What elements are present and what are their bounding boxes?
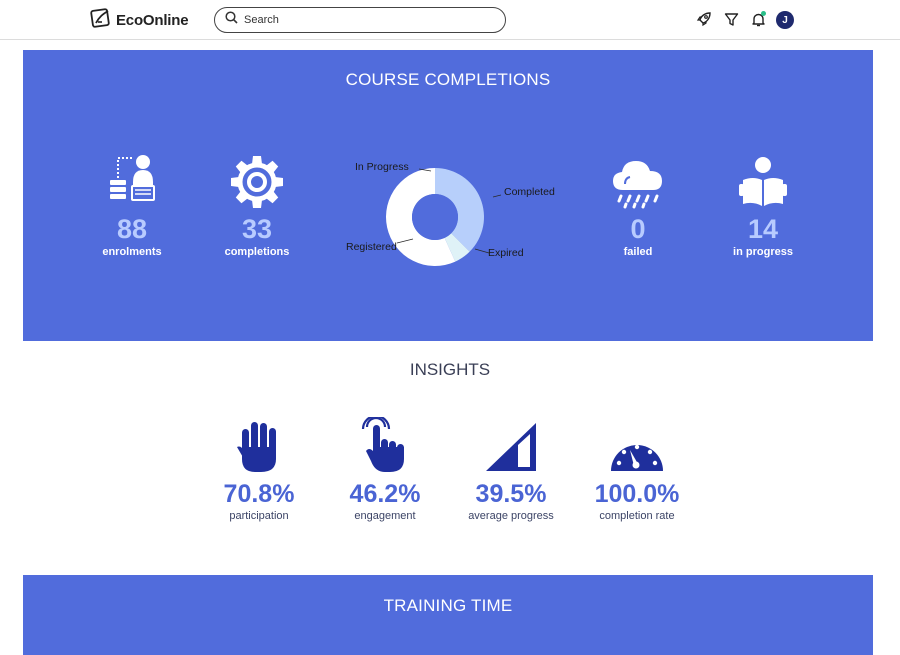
insight-label: engagement (354, 510, 416, 522)
donut-hole (412, 194, 458, 240)
insight-completion-rate: 100.0% completion rate (567, 413, 707, 522)
insight-engagement: 46.2% engagement (315, 413, 455, 522)
stat-label: in progress (733, 246, 793, 258)
raised-hand-icon (189, 413, 329, 473)
insight-label: completion rate (599, 510, 675, 522)
bell-icon[interactable] (749, 10, 767, 28)
stat-label: failed (623, 246, 653, 258)
stat-label: completions (224, 246, 290, 258)
brand-logo[interactable]: EcoOnline (90, 7, 189, 34)
stat-label: enrolments (102, 246, 162, 258)
filter-icon[interactable] (722, 10, 740, 28)
top-bar: EcoOnline J (0, 0, 900, 40)
avatar[interactable]: J (776, 11, 794, 29)
training-time-title: TRAINING TIME (383, 596, 513, 615)
brand-name: EcoOnline (116, 11, 189, 29)
speedometer-icon (567, 413, 707, 473)
donut-label-registered: Registered (346, 241, 397, 253)
insight-average-progress: 39.5% average progress (441, 413, 581, 522)
tap-hand-icon (315, 413, 455, 473)
donut-leader-line (474, 248, 490, 254)
stat-value: 14 (747, 214, 779, 244)
rain-cloud-icon (578, 150, 698, 210)
insight-value: 70.8% (223, 480, 295, 508)
donut-label-in-progress: In Progress (355, 161, 409, 173)
search-input[interactable] (244, 14, 464, 26)
insight-value: 39.5% (475, 480, 547, 508)
progress-ramp-icon (441, 413, 581, 473)
stat-completions: 33 completions (197, 150, 317, 258)
course-completions-title: COURSE COMPLETIONS (345, 70, 551, 89)
notification-dot (761, 11, 766, 16)
insight-label: participation (229, 510, 289, 522)
rocket-icon[interactable] (695, 10, 713, 28)
donut-leader-line (492, 194, 502, 198)
insight-participation: 70.8% participation (189, 413, 329, 522)
training-time-panel: TRAINING TIME (23, 575, 873, 655)
insight-label: average progress (468, 510, 554, 522)
stat-in-progress: 14 in progress (703, 150, 823, 258)
insight-value: 100.0% (594, 480, 680, 508)
search-icon (225, 11, 238, 29)
stat-enrolments: 88 enrolments (72, 150, 192, 258)
insight-value: 46.2% (349, 480, 421, 508)
stat-value: 0 (630, 214, 646, 244)
completions-donut-chart: In Progress Completed Registered Expired (343, 155, 555, 275)
student-reading-icon (72, 150, 192, 210)
stat-value: 88 (116, 214, 148, 244)
stat-failed: 0 failed (578, 150, 698, 258)
ecoonline-logo-icon (90, 7, 112, 34)
stat-value: 33 (241, 214, 273, 244)
course-completions-panel: COURSE COMPLETIONS 88 enrolments 33 comp… (23, 50, 873, 341)
gear-icon (197, 150, 317, 210)
insights-title: INSIGHTS (409, 360, 491, 379)
search-box[interactable] (214, 7, 506, 33)
donut-label-completed: Completed (504, 186, 555, 198)
person-reading-icon (703, 150, 823, 210)
donut-label-expired: Expired (488, 247, 524, 259)
